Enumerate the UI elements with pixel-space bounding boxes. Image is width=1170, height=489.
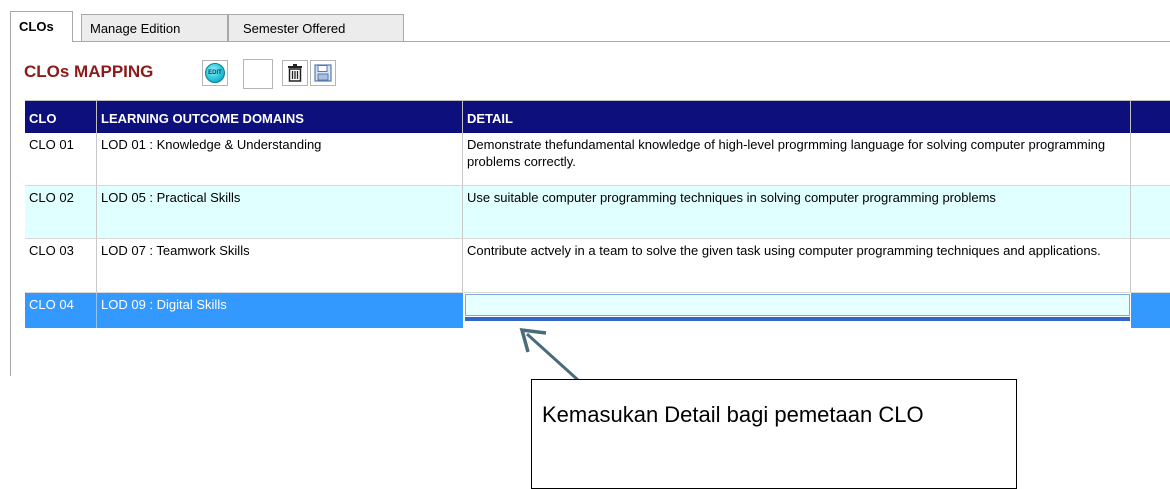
callout-box: Kemasukan Detail bagi pemetaan CLO	[531, 379, 1017, 489]
tab-clos[interactable]: CLOs	[10, 11, 73, 42]
